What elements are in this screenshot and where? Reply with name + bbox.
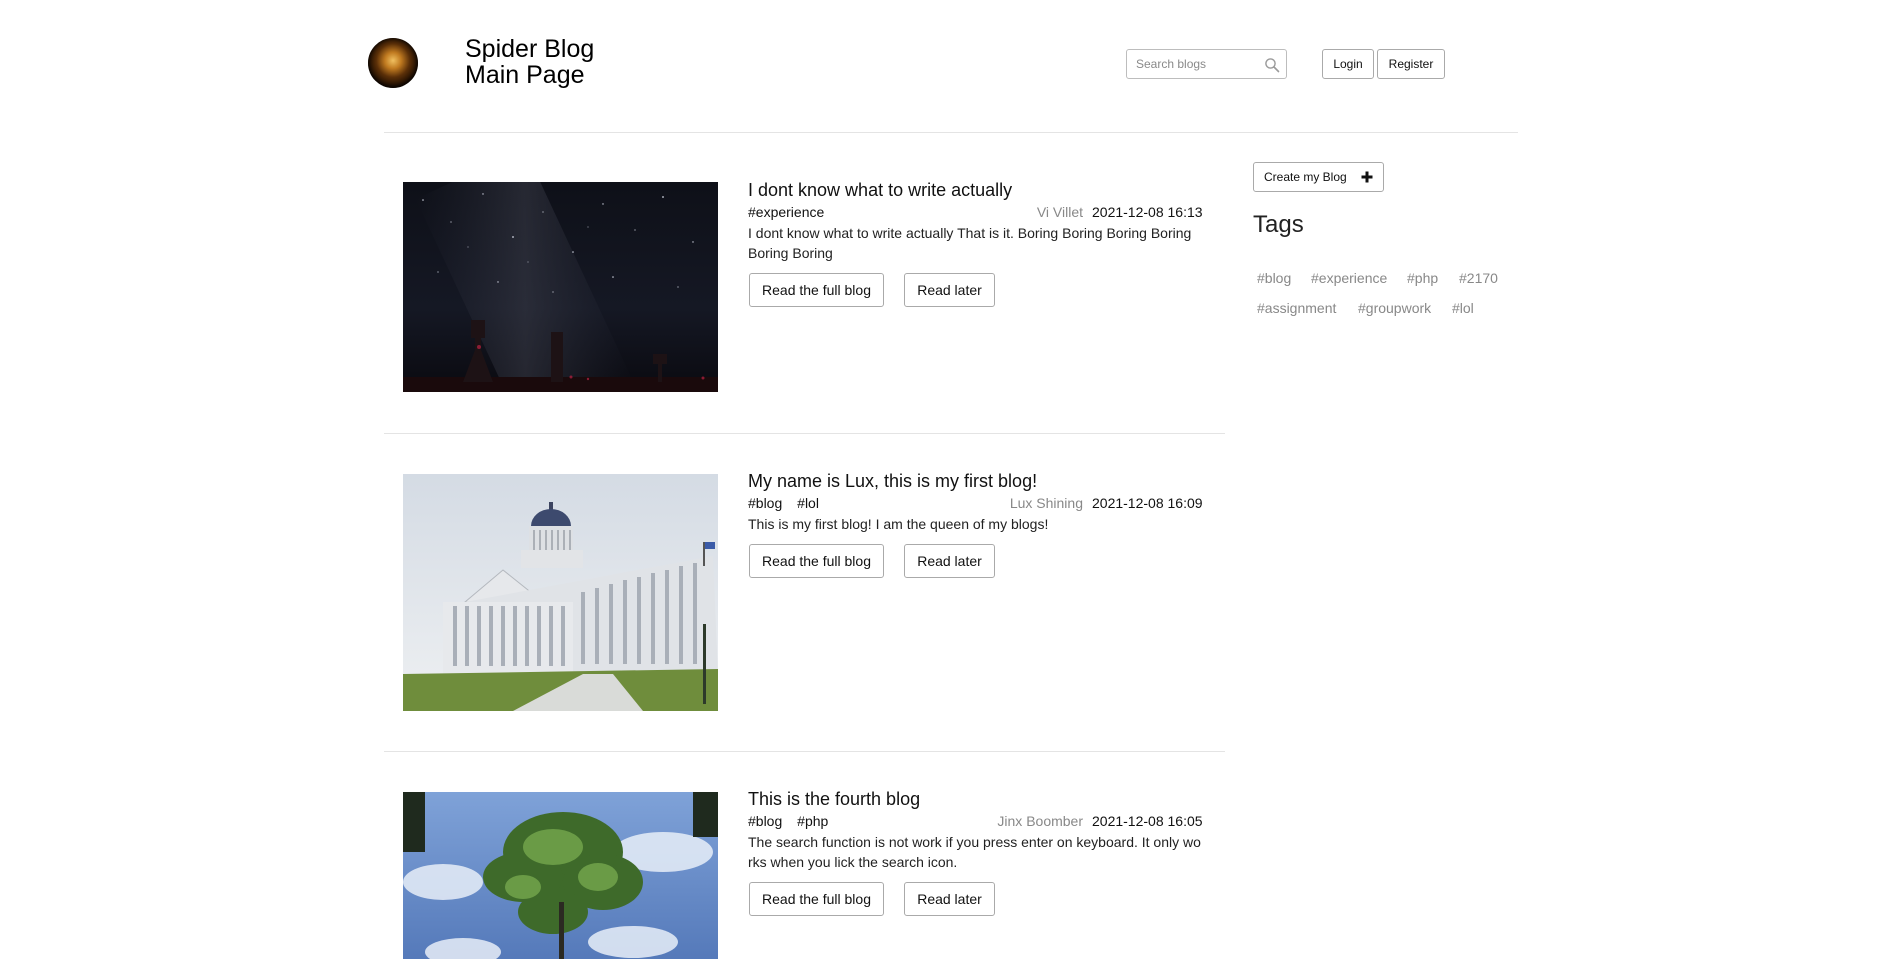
sidebar-tag[interactable]: #lol xyxy=(1452,300,1474,316)
sidebar-tag[interactable]: #2170 xyxy=(1459,270,1498,286)
post-author: Vi Villet xyxy=(1036,204,1083,220)
sidebar-tag[interactable]: #php xyxy=(1407,270,1438,286)
post-tags: #experience xyxy=(748,204,835,220)
post-excerpt: This is my first blog! I am the queen of… xyxy=(748,516,1049,532)
post-tags: #blog #php xyxy=(748,813,839,829)
login-button[interactable]: Login xyxy=(1322,49,1374,79)
sidebar-tag[interactable]: #experience xyxy=(1311,270,1387,286)
tree-reflection-photo xyxy=(403,792,718,959)
read-later-button[interactable]: Read later xyxy=(904,273,995,307)
plus-icon xyxy=(1361,171,1373,183)
post-tag[interactable]: #blog xyxy=(748,813,782,829)
create-blog-button[interactable]: Create my Blog xyxy=(1253,162,1384,192)
read-later-button[interactable]: Read later xyxy=(904,882,995,916)
post-image-night-sky[interactable] xyxy=(403,182,718,392)
site-title-line2: Main Page xyxy=(465,61,585,89)
post-divider xyxy=(384,433,1225,434)
post-date: 2021-12-08 16:09 xyxy=(1092,495,1203,511)
header-divider xyxy=(384,132,1518,133)
post-tag[interactable]: #lol xyxy=(797,495,819,511)
read-full-blog-button[interactable]: Read the full blog xyxy=(749,882,884,916)
tags-heading: Tags xyxy=(1253,211,1304,238)
register-button[interactable]: Register xyxy=(1377,49,1445,79)
page-title: Spider Blog Main Page xyxy=(465,36,594,88)
post-excerpt: I dont know what to write actually That … xyxy=(748,225,1192,261)
read-full-blog-button[interactable]: Read the full blog xyxy=(749,544,884,578)
post-title[interactable]: My name is Lux, this is my first blog! xyxy=(748,471,1037,492)
sidebar-tag[interactable]: #assignment xyxy=(1257,300,1336,316)
search-box xyxy=(1126,49,1287,79)
search-input[interactable] xyxy=(1127,50,1266,78)
post-author: Lux Shining xyxy=(1009,495,1083,511)
sidebar-tag[interactable]: #blog xyxy=(1257,270,1291,286)
post-tag[interactable]: #blog xyxy=(748,495,782,511)
post-image-capitol[interactable] xyxy=(403,474,718,711)
post-date: 2021-12-08 16:13 xyxy=(1092,204,1203,220)
post-divider xyxy=(384,751,1225,752)
site-title-line1: Spider Blog xyxy=(465,35,595,63)
post-title[interactable]: This is the fourth blog xyxy=(748,789,920,810)
post-tag[interactable]: #php xyxy=(797,813,828,829)
night-sky-photo xyxy=(403,182,718,392)
post-date: 2021-12-08 16:05 xyxy=(1092,813,1203,829)
create-blog-label: Create my Blog xyxy=(1264,170,1347,184)
post-title[interactable]: I dont know what to write actually xyxy=(748,180,1012,201)
sidebar-tag[interactable]: #groupwork xyxy=(1358,300,1431,316)
post-author: Jinx Boomber xyxy=(997,813,1083,829)
read-later-button[interactable]: Read later xyxy=(904,544,995,578)
search-icon[interactable] xyxy=(1264,57,1280,73)
post-tags: #blog #lol xyxy=(748,495,830,511)
post-excerpt: The search function is not work if you p… xyxy=(748,834,1201,870)
capitol-building-photo xyxy=(403,474,718,711)
post-tag[interactable]: #experience xyxy=(748,204,824,220)
post-image-tree[interactable] xyxy=(403,792,718,959)
site-logo[interactable] xyxy=(368,38,418,88)
read-full-blog-button[interactable]: Read the full blog xyxy=(749,273,884,307)
